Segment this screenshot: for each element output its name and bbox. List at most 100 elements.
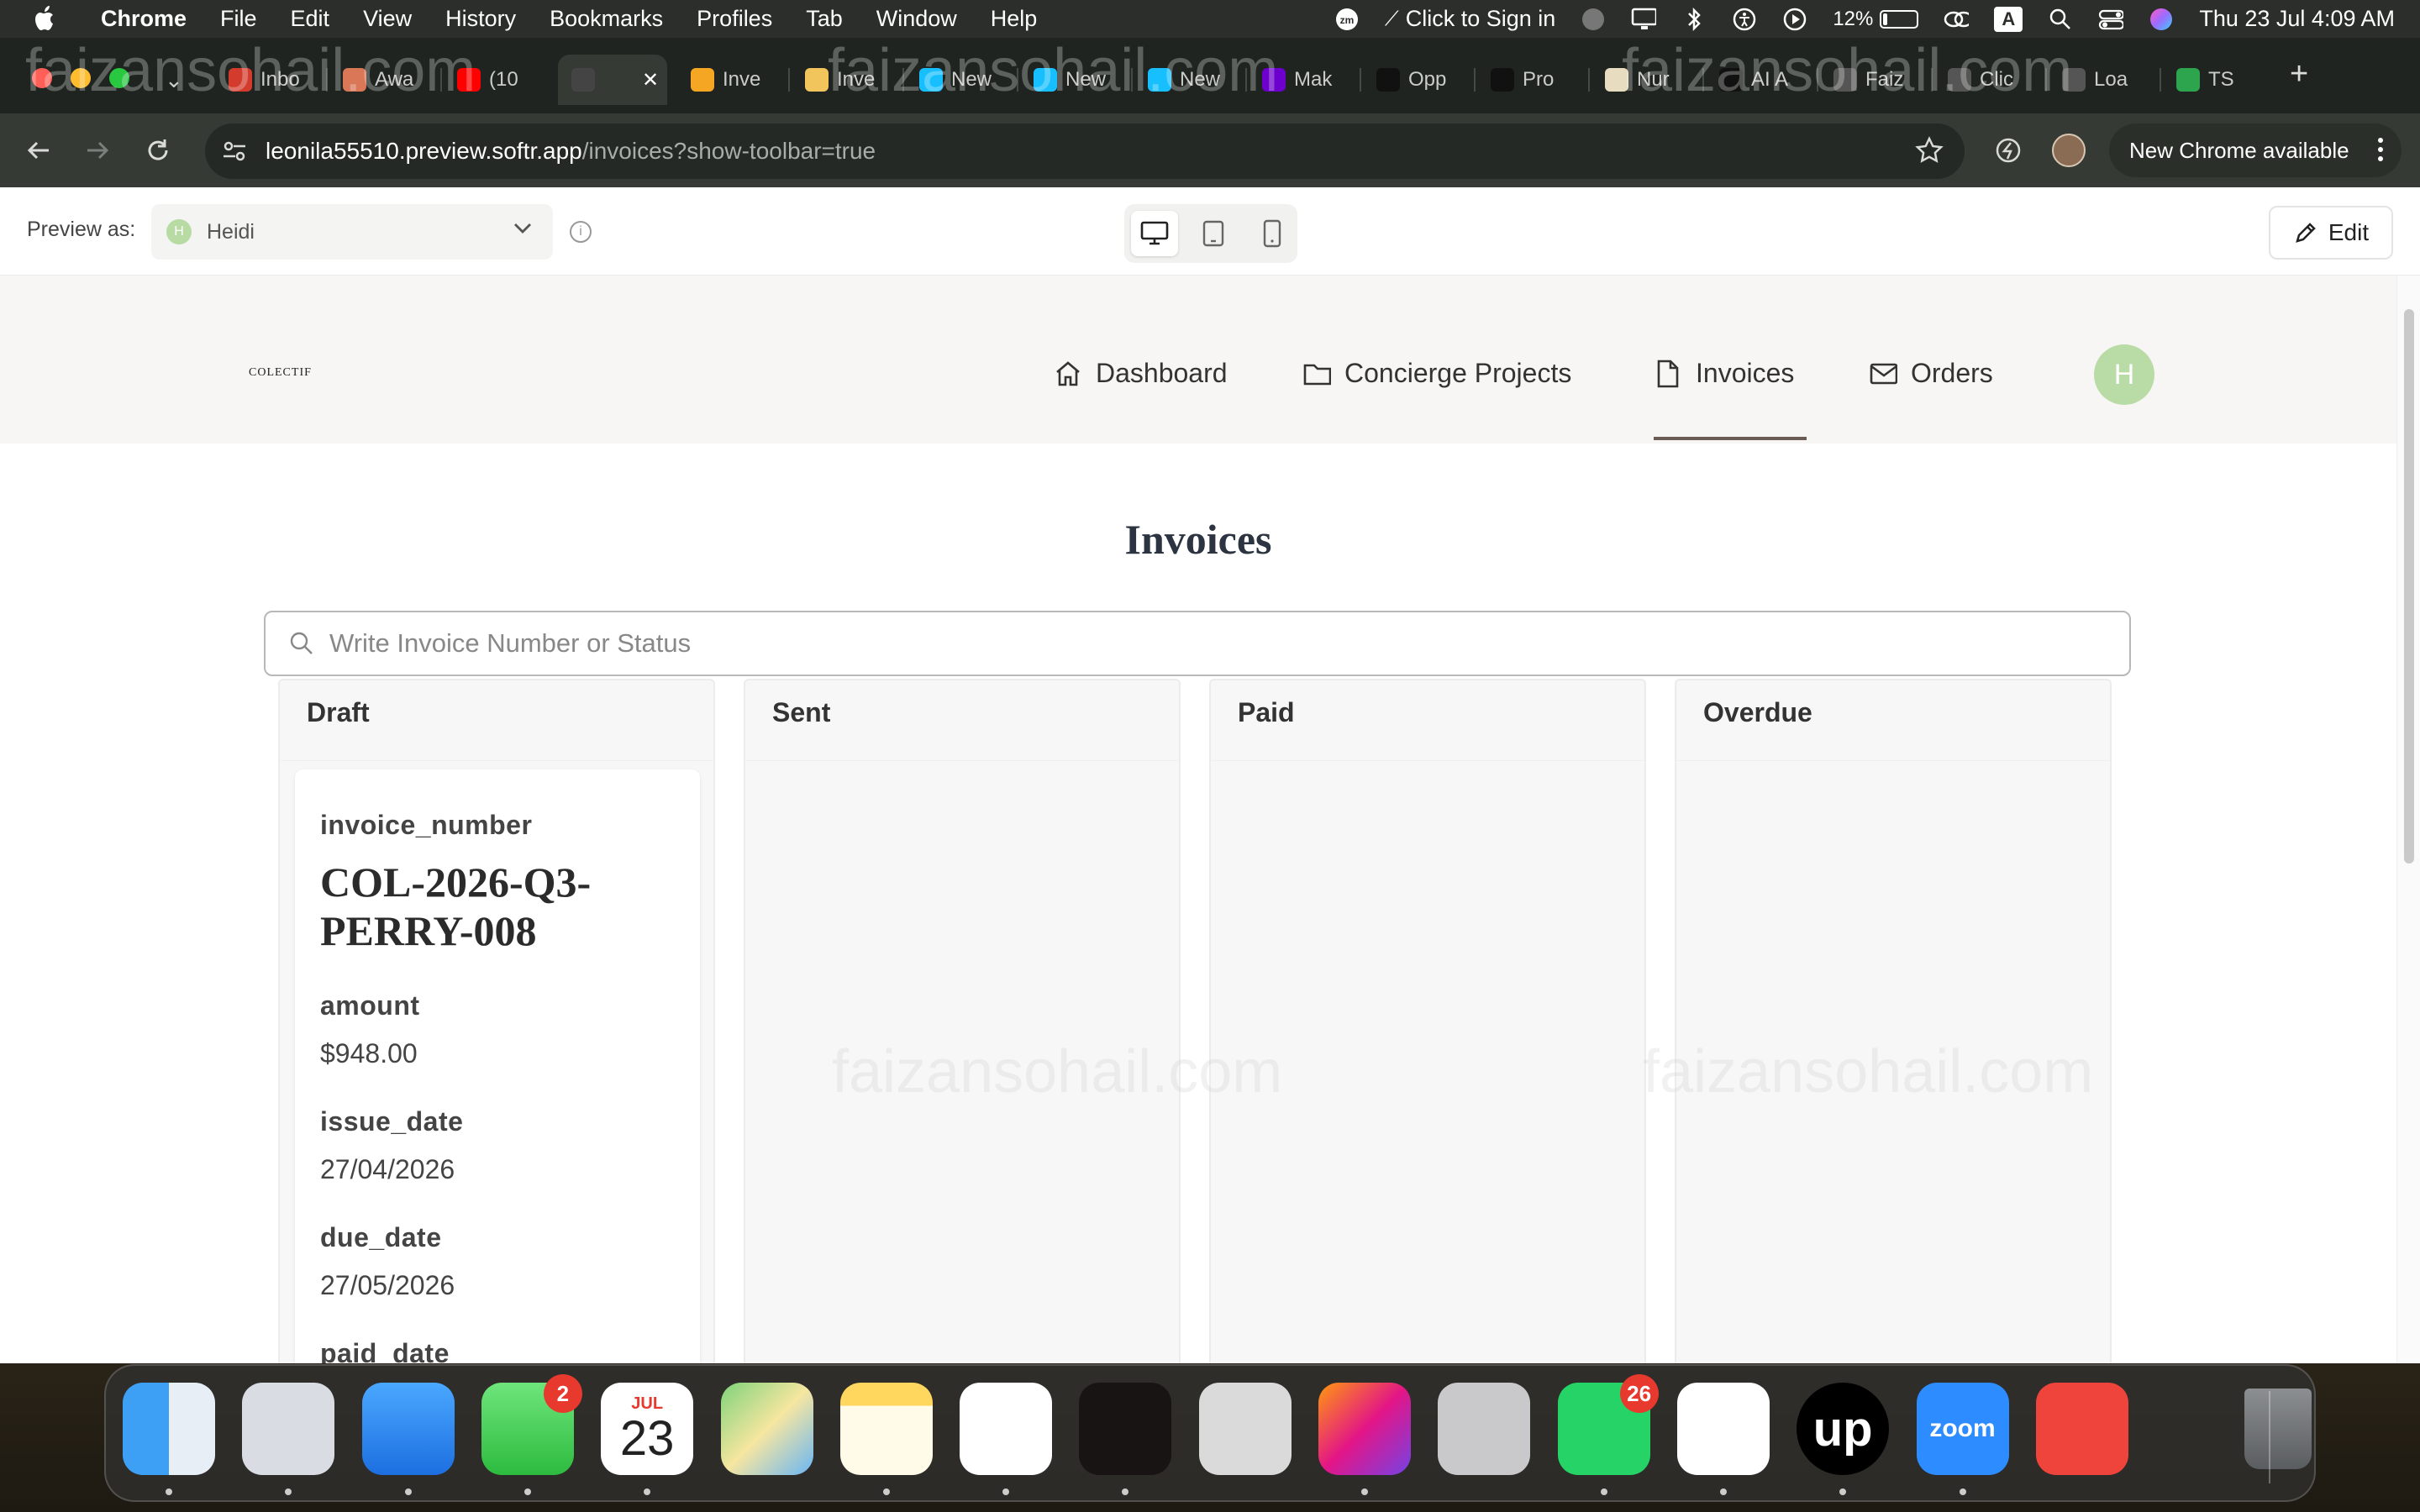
scrollbar-thumb[interactable] — [2404, 309, 2414, 864]
page-scrollbar[interactable] — [2396, 276, 2420, 1363]
trash-app-icon[interactable] — [2232, 1383, 2324, 1475]
browser-tab[interactable]: Opp — [1363, 55, 1472, 105]
mobile-view-button[interactable] — [1249, 211, 1296, 256]
profile-avatar[interactable] — [2052, 134, 2086, 167]
siri-icon[interactable] — [2149, 7, 2174, 32]
sign-in-status[interactable]: ⟋ Click to Sign in — [1385, 6, 1555, 32]
chevron-down-icon — [511, 216, 534, 245]
calculator-app-icon[interactable] — [1198, 1383, 1292, 1475]
firefox-app-icon[interactable] — [1318, 1383, 1411, 1475]
finder-app-icon[interactable] — [123, 1383, 215, 1475]
play-icon[interactable] — [1782, 7, 1807, 32]
menu-app-name[interactable]: Chrome — [101, 6, 187, 32]
menu-help[interactable]: Help — [991, 6, 1038, 32]
zoom-menu-icon[interactable]: zm — [1334, 7, 1360, 32]
browser-tab[interactable]: New — [906, 55, 1015, 105]
extensions-icon[interactable] — [1990, 132, 2027, 169]
user-avatar[interactable]: H — [2094, 344, 2154, 405]
browser-tab[interactable]: AI A — [1706, 55, 1815, 105]
desktop-view-button[interactable] — [1131, 211, 1178, 256]
menu-tab[interactable]: Tab — [806, 6, 843, 32]
browser-tab[interactable]: Inbo — [215, 55, 324, 105]
browser-tab[interactable]: Inve — [677, 55, 786, 105]
notes-app-icon[interactable] — [839, 1383, 933, 1475]
close-window-button[interactable] — [32, 68, 52, 88]
bluetooth-icon[interactable] — [1681, 7, 1707, 32]
tab-separator — [1817, 68, 1818, 92]
minimize-window-button[interactable] — [71, 68, 91, 88]
link-icon[interactable] — [1944, 7, 1970, 32]
menu-edit[interactable]: Edit — [291, 6, 330, 32]
spotify-app-icon[interactable] — [1079, 1383, 1172, 1475]
edit-button[interactable]: Edit — [2269, 206, 2393, 260]
menu-profiles[interactable]: Profiles — [697, 6, 772, 32]
browser-tab[interactable]: Pro — [1477, 55, 1586, 105]
browser-tab[interactable]: Nur — [1591, 55, 1701, 105]
info-icon[interactable]: i — [570, 221, 592, 243]
apple-icon[interactable] — [34, 5, 59, 34]
anydesk-app-icon[interactable] — [2035, 1383, 2128, 1475]
launchpad-app-icon[interactable] — [242, 1383, 335, 1475]
site-settings-icon[interactable] — [220, 137, 249, 170]
reload-button[interactable] — [139, 132, 176, 169]
tab-title: Nur — [1637, 68, 1670, 91]
column-sent-header: Sent — [745, 680, 1179, 761]
site-logo[interactable]: COLECTIF — [249, 366, 312, 380]
control-center-icon[interactable] — [2098, 7, 2124, 32]
whatsapp-app-icon[interactable]: 26 — [1557, 1374, 1659, 1475]
browser-tab[interactable]: TS — [2163, 55, 2272, 105]
browser-tab[interactable]: Loa — [2049, 55, 2158, 105]
upwork-menu-icon[interactable] — [1581, 7, 1606, 32]
spotlight-search-icon[interactable] — [2048, 7, 2073, 32]
menu-bookmarks[interactable]: Bookmarks — [550, 6, 663, 32]
nav-orders[interactable]: Orders — [1869, 358, 1993, 389]
chrome-app-icon[interactable] — [960, 1383, 1053, 1475]
zoom-app-icon[interactable]: zoom — [1916, 1383, 2009, 1475]
back-button[interactable] — [20, 132, 57, 169]
update-chrome-button[interactable]: New Chrome available — [2109, 123, 2402, 177]
battery-status[interactable]: 12% — [1833, 8, 1919, 31]
browser-tab[interactable]: Faiz — [1820, 55, 1929, 105]
maps-app-icon[interactable] — [720, 1383, 813, 1475]
forward-button[interactable] — [79, 132, 116, 169]
browser-tab[interactable]: Inve — [792, 55, 901, 105]
display-icon[interactable] — [1631, 7, 1657, 32]
menu-file[interactable]: File — [220, 6, 257, 32]
menu-history[interactable]: History — [445, 6, 516, 32]
maximize-window-button[interactable] — [109, 68, 129, 88]
menu-view[interactable]: View — [363, 6, 412, 32]
iphone-mirroring-app-icon[interactable] — [1438, 1383, 1531, 1475]
input-source-icon[interactable]: A — [1994, 6, 2023, 32]
more-options-icon[interactable] — [2376, 135, 2385, 170]
search-input[interactable] — [329, 628, 2094, 659]
browser-tab[interactable]: Clic — [1934, 55, 2044, 105]
browser-tab[interactable]: New — [1020, 55, 1129, 105]
new-tab-button[interactable]: + — [2290, 56, 2308, 92]
close-tab-icon[interactable]: ✕ — [642, 68, 659, 92]
messages-app-icon[interactable]: 2 — [481, 1374, 582, 1475]
browser-tab[interactable]: New — [1134, 55, 1244, 105]
browser-tab[interactable]: Awa — [329, 55, 439, 105]
slack-app-icon[interactable] — [1676, 1383, 1770, 1475]
upwork-app-icon[interactable]: up — [1797, 1383, 1890, 1475]
youtube-icon — [457, 68, 481, 92]
invoice-search-bar[interactable] — [264, 611, 2131, 676]
browser-tab[interactable]: Mak — [1249, 55, 1358, 105]
nav-concierge-projects[interactable]: Concierge Projects — [1302, 358, 1571, 389]
browser-tab[interactable]: (10 — [444, 55, 553, 105]
nav-dashboard[interactable]: Dashboard — [1054, 358, 1228, 389]
clock[interactable]: Thu 23 Jul 4:09 AM — [2199, 6, 2395, 32]
invoice-card[interactable]: invoice_number COL-2026-Q3- PERRY-008 am… — [295, 769, 700, 1363]
tablet-view-button[interactable] — [1190, 211, 1237, 256]
tab-search-button[interactable]: ⌄ — [151, 55, 205, 105]
accessibility-icon[interactable] — [1732, 7, 1757, 32]
menu-window[interactable]: Window — [876, 6, 957, 32]
active-nav-indicator — [1654, 437, 1807, 440]
browser-tab[interactable]: ✕ — [558, 55, 667, 105]
address-bar[interactable]: leonila55510.preview.softr.app/invoices?… — [205, 123, 1965, 179]
calendar-app-icon[interactable]: JUL 23 — [601, 1383, 694, 1475]
nav-invoices[interactable]: Invoices — [1654, 358, 1794, 389]
mail-app-icon[interactable] — [361, 1383, 455, 1475]
preview-user-select[interactable]: H Heidi — [151, 204, 553, 260]
bookmark-star-icon[interactable] — [1914, 135, 1944, 170]
